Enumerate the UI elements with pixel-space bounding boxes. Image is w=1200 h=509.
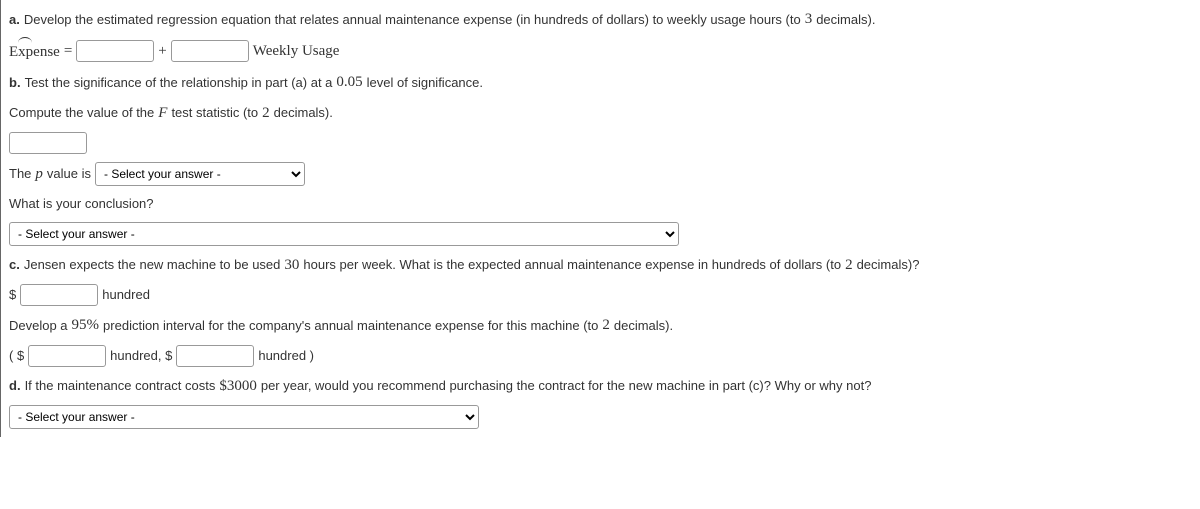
part-a-label: a.: [9, 10, 20, 30]
expense-hat: Expense: [9, 39, 60, 64]
interval-upper-input[interactable]: [176, 345, 254, 367]
part-a-equation: Expense = + Weekly Usage: [9, 35, 1192, 68]
prediction-interval-row: ( $ hundred, $ hundred ): [9, 341, 1192, 371]
pi-decimals: 2: [602, 314, 610, 337]
part-d-row: - Select your answer -: [9, 401, 1192, 433]
expected-expense-row: $ hundred: [9, 280, 1192, 310]
part-c-label: c.: [9, 255, 20, 275]
part-b-text: Test the significance of the relationshi…: [25, 73, 333, 93]
part-c-tail: decimals)?: [857, 255, 920, 275]
part-d-pre: If the maintenance contract costs: [25, 376, 216, 396]
equals-sign: =: [64, 40, 72, 63]
part-d-label: d.: [9, 376, 21, 396]
part-b-tail: level of significance.: [367, 73, 483, 93]
part-b-label: b.: [9, 73, 21, 93]
weekly-usage-label: Weekly Usage: [253, 40, 340, 63]
part-a-prompt: a. Develop the estimated regression equa…: [9, 4, 1192, 35]
hundred-label-1: hundred: [102, 285, 150, 305]
part-c-pre: Jensen expects the new machine to be use…: [24, 255, 281, 275]
part-c-mid: hours per week. What is the expected ann…: [303, 255, 841, 275]
interval-comma: hundred, $: [110, 346, 172, 366]
conclusion-prompt: What is your conclusion?: [9, 190, 1192, 218]
conclusion-row: - Select your answer -: [9, 218, 1192, 250]
plus-sign: +: [158, 40, 166, 63]
p-post: value is: [47, 164, 91, 184]
develop-post: prediction interval for the company's an…: [103, 316, 598, 336]
p-value-select[interactable]: - Select your answer -: [95, 162, 305, 186]
compute-post: test statistic (to: [171, 103, 258, 123]
part-b-prompt: b. Test the significance of the relation…: [9, 67, 1192, 98]
part-c-prompt: c. Jensen expects the new machine to be …: [9, 250, 1192, 281]
c-decimals: 2: [845, 254, 853, 277]
conclusion-text: What is your conclusion?: [9, 194, 154, 214]
part-a-tail: decimals).: [816, 10, 875, 30]
part-a-decimals: 3: [805, 8, 813, 31]
hours-value: 30: [284, 254, 299, 277]
p-symbol: p: [35, 163, 43, 186]
confidence-pct: 95%: [72, 314, 100, 337]
f-statistic-input[interactable]: [9, 132, 87, 154]
part-d-post: per year, would you recommend purchasing…: [261, 376, 872, 396]
part-d-prompt: d. If the maintenance contract costs $30…: [9, 371, 1192, 402]
interval-lower-input[interactable]: [28, 345, 106, 367]
compute-f-prompt: Compute the value of the F test statisti…: [9, 98, 1192, 129]
recommendation-select[interactable]: - Select your answer -: [9, 405, 479, 429]
alpha-level: 0.05: [336, 71, 362, 94]
contract-cost: $3000: [219, 375, 257, 398]
conclusion-select[interactable]: - Select your answer -: [9, 222, 679, 246]
f-decimals: 2: [262, 102, 270, 125]
intercept-input[interactable]: [76, 40, 154, 62]
f-statistic-row: [9, 128, 1192, 158]
expected-expense-input[interactable]: [20, 284, 98, 306]
compute-tail: decimals).: [274, 103, 333, 123]
part-a-text: Develop the estimated regression equatio…: [24, 10, 801, 30]
compute-pre: Compute the value of the: [9, 103, 154, 123]
p-pre: The: [9, 164, 31, 184]
f-symbol: F: [158, 102, 167, 125]
interval-close: hundred ): [258, 346, 314, 366]
p-value-row: The p value is - Select your answer -: [9, 158, 1192, 190]
dollar-sign-1: $: [9, 285, 16, 305]
prediction-interval-prompt: Develop a 95% prediction interval for th…: [9, 310, 1192, 341]
develop-pre: Develop a: [9, 316, 68, 336]
slope-input[interactable]: [171, 40, 249, 62]
develop-tail: decimals).: [614, 316, 673, 336]
interval-open: ( $: [9, 346, 24, 366]
